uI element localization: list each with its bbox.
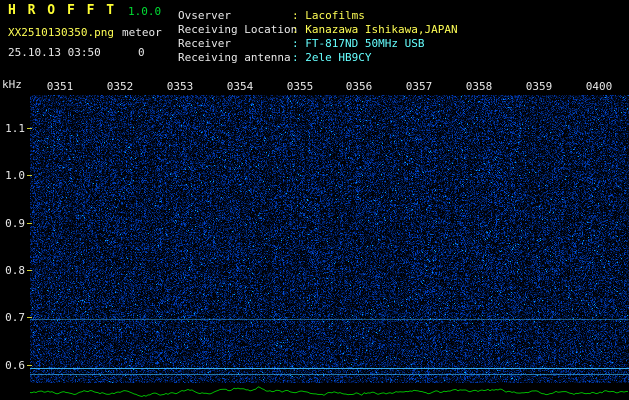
time-tick-label-0354: 0354 — [226, 80, 254, 93]
echo-count: 0 — [138, 46, 145, 59]
time-tick-label-0355: 0355 — [286, 80, 314, 93]
time-tick-label-0352: 0352 — [106, 80, 134, 93]
time-tick-label-0353: 0353 — [166, 80, 194, 93]
freq-tick-mark — [27, 128, 32, 129]
time-tick-label-0359: 0359 — [525, 80, 553, 93]
level-canvas — [30, 383, 629, 400]
output-filename: XX2510130350.png — [8, 26, 114, 39]
freq-tick-mark — [27, 223, 32, 224]
info-row-receiver: Receiver: FT-817ND 50MHz USB — [178, 32, 458, 50]
time-tick-label-0400: 0400 — [585, 80, 613, 93]
time-tick-label-0358: 0358 — [465, 80, 493, 93]
info-label-antenna: Receiving antenna — [178, 51, 291, 64]
freq-tick-label-0_7: 0.7 — [5, 311, 25, 324]
app-title: H R O F F T — [8, 3, 117, 18]
time-tick-label-0356: 0356 — [345, 80, 373, 93]
app-version: 1.0.0 — [128, 5, 162, 18]
info-value-antenna: : 2ele HB9CY — [292, 51, 372, 64]
time-tick-label-0357: 0357 — [405, 80, 433, 93]
spectrogram-canvas — [30, 95, 629, 383]
hrofft-window: H R O F F T 1.0.0 XX2510130350.png meteo… — [0, 0, 629, 400]
freq-tick-mark — [27, 365, 32, 366]
info-row-observer: Ovserver: Lacofilms — [178, 4, 458, 22]
freq-tick-label-1_1: 1.1 — [5, 122, 25, 135]
datetime-label: 25.10.13 03:50 — [8, 46, 101, 59]
freq-tick-label-0_8: 0.8 — [5, 264, 25, 277]
freq-tick-mark — [27, 317, 32, 318]
freq-tick-label-0_6: 0.6 — [5, 359, 25, 372]
station-info: Ovserver: Lacofilms Receiving Location: … — [178, 4, 458, 64]
freq-tick-label-0_9: 0.9 — [5, 217, 25, 230]
freq-tick-mark — [27, 270, 32, 271]
freq-tick-mark — [27, 175, 32, 176]
freq-axis-unit: kHz — [2, 78, 22, 91]
info-row-location: Receiving Location: Kanazawa Ishikawa,JA… — [178, 18, 458, 36]
mode-label: meteor — [122, 26, 162, 39]
freq-tick-label-1_0: 1.0 — [5, 169, 25, 182]
time-tick-label-0351: 0351 — [46, 80, 74, 93]
